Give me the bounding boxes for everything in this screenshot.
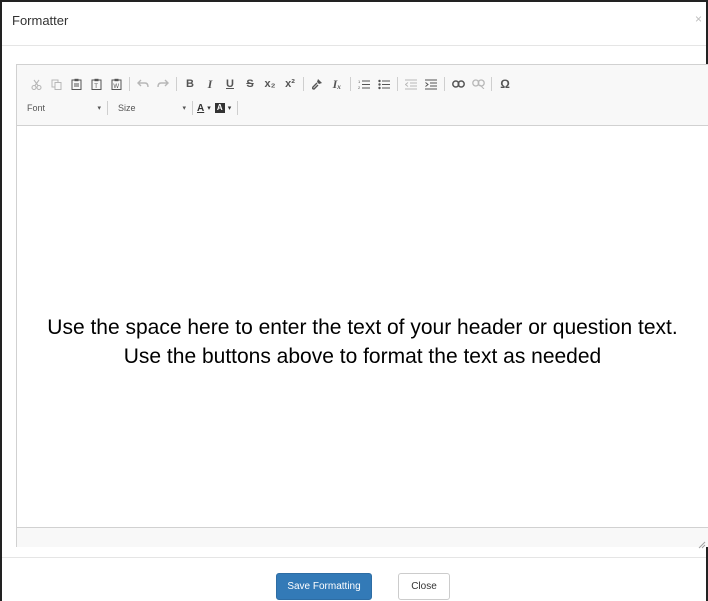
svg-text:T: T xyxy=(94,84,98,90)
toolbar-separator xyxy=(107,101,108,115)
toolbar-separator xyxy=(237,101,239,115)
cut-icon[interactable] xyxy=(27,75,45,93)
underline-button[interactable]: U xyxy=(221,75,239,93)
paste-text-icon[interactable]: T xyxy=(87,75,105,93)
toolbar-separator xyxy=(176,77,177,91)
special-char-button[interactable]: Ω xyxy=(496,75,514,93)
resize-grip-icon[interactable] xyxy=(698,536,706,549)
unlink-icon[interactable] xyxy=(469,75,487,93)
toolbar-separator xyxy=(192,101,193,115)
toolbar-separator xyxy=(303,77,304,91)
rich-text-editor: T W B I U S x₂ x² Iₓ 1 2 Ω Font ▾ Size ▾… xyxy=(16,64,708,549)
undo-icon[interactable] xyxy=(134,75,152,93)
text-color-icon: A xyxy=(197,102,205,114)
size-dropdown[interactable]: Size ▾ xyxy=(118,99,190,117)
toolbar-separator xyxy=(444,77,445,91)
editor-status-bar xyxy=(17,527,708,549)
bulleted-list-icon[interactable] xyxy=(375,75,393,93)
font-dropdown[interactable]: Font ▾ xyxy=(27,99,105,117)
editor-content-area[interactable]: Use the space here to enter the text of … xyxy=(17,126,708,528)
editor-toolbar: T W B I U S x₂ x² Iₓ 1 2 Ω Font ▾ Size ▾… xyxy=(17,65,708,126)
toolbar-separator xyxy=(129,77,130,91)
superscript-button[interactable]: x² xyxy=(281,75,299,93)
toolbar-separator xyxy=(350,77,351,91)
outdent-icon[interactable] xyxy=(402,75,420,93)
redo-icon[interactable] xyxy=(154,75,172,93)
paste-word-icon[interactable]: W xyxy=(107,75,125,93)
strike-button[interactable]: S xyxy=(241,75,259,93)
chevron-down-icon: ▾ xyxy=(182,105,186,112)
svg-text:W: W xyxy=(113,84,119,90)
size-dropdown-label: Size xyxy=(118,103,136,113)
toolbar-row-2: Font ▾ Size ▾ A ▾ A ▾ xyxy=(27,98,242,118)
remove-format-button[interactable]: Iₓ xyxy=(328,75,346,93)
toolbar-row-1: T W B I U S x₂ x² Iₓ 1 2 Ω xyxy=(27,74,516,94)
background-color-icon: A xyxy=(214,103,225,113)
close-icon[interactable]: × xyxy=(695,12,702,26)
link-icon[interactable] xyxy=(449,75,467,93)
close-button[interactable]: Close xyxy=(398,573,450,600)
copy-icon[interactable] xyxy=(47,75,65,93)
svg-text:1: 1 xyxy=(358,79,361,84)
italic-button[interactable]: I xyxy=(201,75,219,93)
text-color-button[interactable]: A ▾ xyxy=(197,99,211,117)
chevron-down-icon: ▾ xyxy=(227,105,232,112)
frame-left-border xyxy=(0,0,2,601)
font-dropdown-label: Font xyxy=(27,103,46,113)
chevron-down-icon: ▾ xyxy=(207,105,211,112)
modal-title: Formatter xyxy=(12,13,69,28)
modal-header: Formatter × xyxy=(2,2,706,46)
bold-button[interactable]: B xyxy=(181,75,199,93)
toolbar-separator xyxy=(397,77,398,91)
toolbar-separator xyxy=(491,77,492,91)
copy-format-icon[interactable] xyxy=(308,75,326,93)
save-formatting-button[interactable]: Save Formatting xyxy=(276,573,372,600)
indent-icon[interactable] xyxy=(422,75,440,93)
chevron-down-icon: ▾ xyxy=(97,105,101,112)
formatter-modal: Formatter × T W B I U S x₂ x² Iₓ 1 2 Ω F… xyxy=(0,0,708,601)
modal-footer: Save Formatting Close xyxy=(2,557,706,601)
svg-text:2: 2 xyxy=(358,85,361,90)
background-color-button[interactable]: A ▾ xyxy=(214,99,232,117)
editor-text: Use the space here to enter the text of … xyxy=(47,316,678,368)
paste-icon[interactable] xyxy=(67,75,85,93)
numbered-list-icon[interactable]: 12 xyxy=(355,75,373,93)
subscript-button[interactable]: x₂ xyxy=(261,75,279,93)
